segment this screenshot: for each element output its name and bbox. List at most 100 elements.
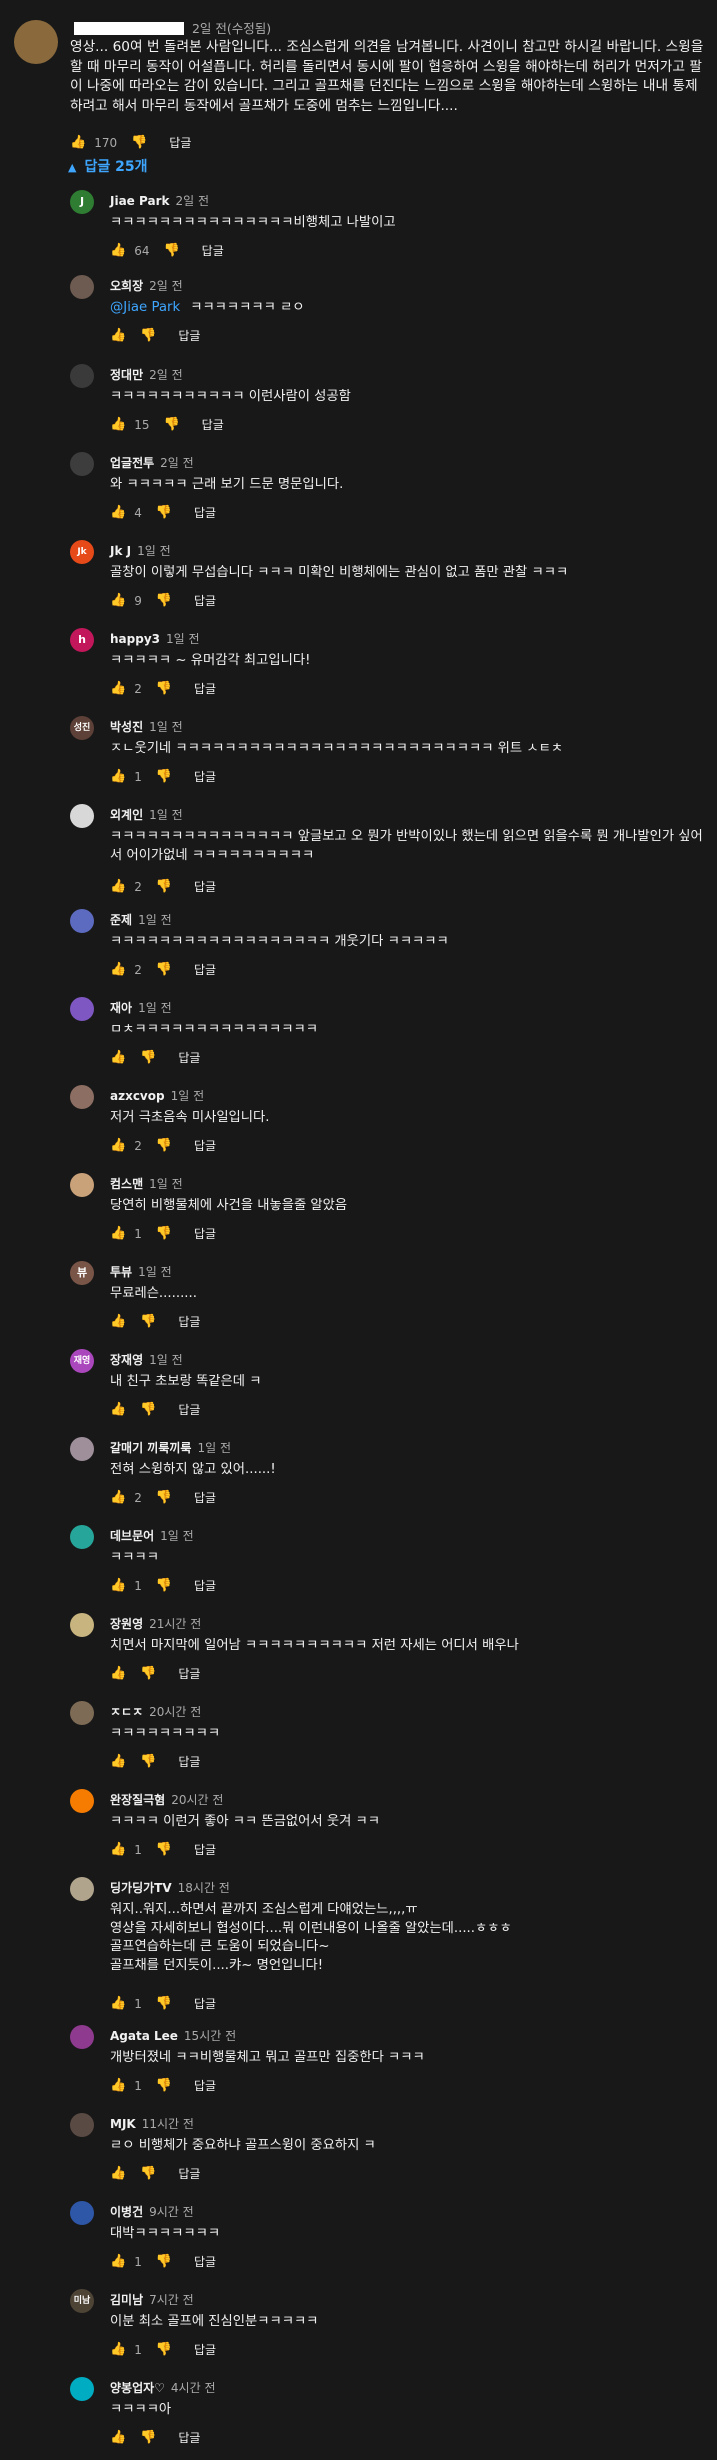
comment-time[interactable]: 1일 전 — [137, 544, 171, 558]
comment-time[interactable]: 9시간 전 — [149, 2205, 194, 2219]
thumbs-down-icon[interactable]: 👎 — [163, 417, 179, 432]
thumbs-up-icon[interactable]: 👍 — [110, 1490, 126, 1505]
comment-author[interactable]: Agata Lee — [110, 2029, 178, 2043]
avatar[interactable] — [70, 1525, 94, 1549]
comment-time[interactable]: 1일 전 — [149, 720, 183, 734]
avatar[interactable] — [14, 20, 58, 64]
comment-author[interactable]: Jiae Park — [110, 194, 169, 208]
thumbs-up-icon[interactable]: 👍 — [110, 1402, 126, 1417]
avatar[interactable]: Jk — [70, 540, 94, 564]
comment-time[interactable]: 20시간 전 — [149, 1705, 201, 1719]
thumbs-down-icon[interactable]: 👎 — [163, 243, 179, 258]
reply-button[interactable]: 답글 — [194, 1489, 216, 1506]
reply-button[interactable]: 답글 — [169, 134, 191, 151]
reply-button[interactable]: 답글 — [194, 1995, 216, 2012]
reply-button[interactable]: 답글 — [202, 416, 224, 433]
reply-button[interactable]: 답글 — [178, 1401, 200, 1418]
avatar[interactable] — [70, 2201, 94, 2225]
comment-author[interactable]: 양봉업자♡ — [110, 2381, 165, 2395]
comment-time[interactable]: 1일 전 — [171, 1089, 205, 1103]
avatar[interactable] — [70, 1437, 94, 1461]
comment-time[interactable]: 1일 전 — [149, 1353, 183, 1367]
comment-author[interactable]: MJK — [110, 2117, 136, 2131]
comment-time[interactable]: 1일 전 — [166, 632, 200, 646]
comment-time[interactable]: 2일 전(수정됨) — [192, 21, 271, 36]
thumbs-down-icon[interactable]: 👎 — [156, 962, 172, 977]
thumbs-down-icon[interactable]: 👎 — [156, 769, 172, 784]
reply-button[interactable]: 답글 — [178, 1753, 200, 1770]
comment-author[interactable]: 완장질극혐 — [110, 1793, 165, 1807]
comment-author[interactable]: 데브문어 — [110, 1529, 154, 1543]
thumbs-down-icon[interactable]: 👎 — [140, 1666, 156, 1681]
avatar[interactable] — [70, 2025, 94, 2049]
thumbs-down-icon[interactable]: 👎 — [156, 1226, 172, 1241]
avatar[interactable] — [70, 1701, 94, 1725]
thumbs-up-icon[interactable]: 👍 — [110, 243, 126, 258]
replies-toggle-button[interactable]: ▲ 답글 25개 — [68, 156, 147, 176]
comment-time[interactable]: 2일 전 — [149, 279, 183, 293]
comment-author[interactable]: 오희장 — [110, 279, 143, 293]
thumbs-down-icon[interactable]: 👎 — [156, 1842, 172, 1857]
thumbs-down-icon[interactable]: 👎 — [156, 1578, 172, 1593]
reply-button[interactable]: 답글 — [178, 1049, 200, 1066]
thumbs-up-icon[interactable]: 👍 — [70, 135, 86, 150]
thumbs-up-icon[interactable]: 👍 — [110, 2254, 126, 2269]
avatar[interactable] — [70, 364, 94, 388]
avatar[interactable] — [70, 1173, 94, 1197]
thumbs-up-icon[interactable]: 👍 — [110, 1314, 126, 1329]
comment-author[interactable]: 정대만 — [110, 368, 143, 382]
comment-author[interactable]: ㅈㄷㅈ — [110, 1705, 143, 1719]
thumbs-down-icon[interactable]: 👎 — [140, 2166, 156, 2181]
thumbs-up-icon[interactable]: 👍 — [110, 505, 126, 520]
thumbs-up-icon[interactable]: 👍 — [110, 1226, 126, 1241]
comment-author[interactable]: azxcvop — [110, 1089, 165, 1103]
comment-author[interactable]: 재아 — [110, 1001, 132, 1015]
reply-button[interactable]: 답글 — [194, 1841, 216, 1858]
thumbs-down-icon[interactable]: 👎 — [140, 1050, 156, 1065]
thumbs-up-icon[interactable]: 👍 — [110, 328, 126, 343]
comment-time[interactable]: 1일 전 — [149, 1177, 183, 1191]
comment-author[interactable]: 장원영 — [110, 1617, 143, 1631]
comment-author[interactable]: 박성진 — [110, 720, 143, 734]
thumbs-down-icon[interactable]: 👎 — [156, 2254, 172, 2269]
thumbs-up-icon[interactable]: 👍 — [110, 593, 126, 608]
avatar[interactable] — [70, 275, 94, 299]
thumbs-up-icon[interactable]: 👍 — [110, 1138, 126, 1153]
thumbs-up-icon[interactable]: 👍 — [110, 769, 126, 784]
thumbs-down-icon[interactable]: 👎 — [140, 1754, 156, 1769]
comment-time[interactable]: 18시간 전 — [178, 1881, 230, 1895]
avatar[interactable] — [70, 1877, 94, 1901]
comment-author[interactable]: 장재영 — [110, 1353, 143, 1367]
avatar[interactable] — [70, 1613, 94, 1637]
avatar[interactable] — [70, 909, 94, 933]
comment-time[interactable]: 7시간 전 — [149, 2293, 194, 2307]
comment-time[interactable]: 21시간 전 — [149, 1617, 201, 1631]
comment-time[interactable]: 15시간 전 — [184, 2029, 236, 2043]
reply-button[interactable]: 답글 — [194, 680, 216, 697]
comment-time[interactable]: 1일 전 — [138, 1001, 172, 1015]
thumbs-down-icon[interactable]: 👎 — [131, 135, 147, 150]
comment-time[interactable]: 11시간 전 — [142, 2117, 194, 2131]
comment-author[interactable]: 이병건 — [110, 2205, 143, 2219]
comment-time[interactable]: 1일 전 — [138, 913, 172, 927]
comment-author[interactable]: 업글전투 — [110, 456, 154, 470]
avatar[interactable] — [70, 2377, 94, 2401]
thumbs-up-icon[interactable]: 👍 — [110, 879, 126, 894]
reply-button[interactable]: 답글 — [194, 878, 216, 895]
avatar[interactable]: J — [70, 190, 94, 214]
reply-button[interactable]: 답글 — [194, 2077, 216, 2094]
thumbs-up-icon[interactable]: 👍 — [110, 1754, 126, 1769]
reply-button[interactable]: 답글 — [194, 768, 216, 785]
reply-button[interactable]: 답글 — [194, 504, 216, 521]
reply-button[interactable]: 답글 — [194, 1137, 216, 1154]
mention-link[interactable]: @Jiae Park — [110, 300, 180, 315]
comment-author[interactable]: 투뷰 — [110, 1265, 132, 1279]
comment-time[interactable]: 1일 전 — [138, 1265, 172, 1279]
reply-button[interactable]: 답글 — [194, 1577, 216, 1594]
thumbs-up-icon[interactable]: 👍 — [110, 2078, 126, 2093]
comment-time[interactable]: 1일 전 — [149, 808, 183, 822]
thumbs-down-icon[interactable]: 👎 — [156, 1996, 172, 2011]
avatar[interactable] — [70, 1085, 94, 1109]
comment-author[interactable]: 준제 — [110, 913, 132, 927]
reply-button[interactable]: 답글 — [194, 592, 216, 609]
